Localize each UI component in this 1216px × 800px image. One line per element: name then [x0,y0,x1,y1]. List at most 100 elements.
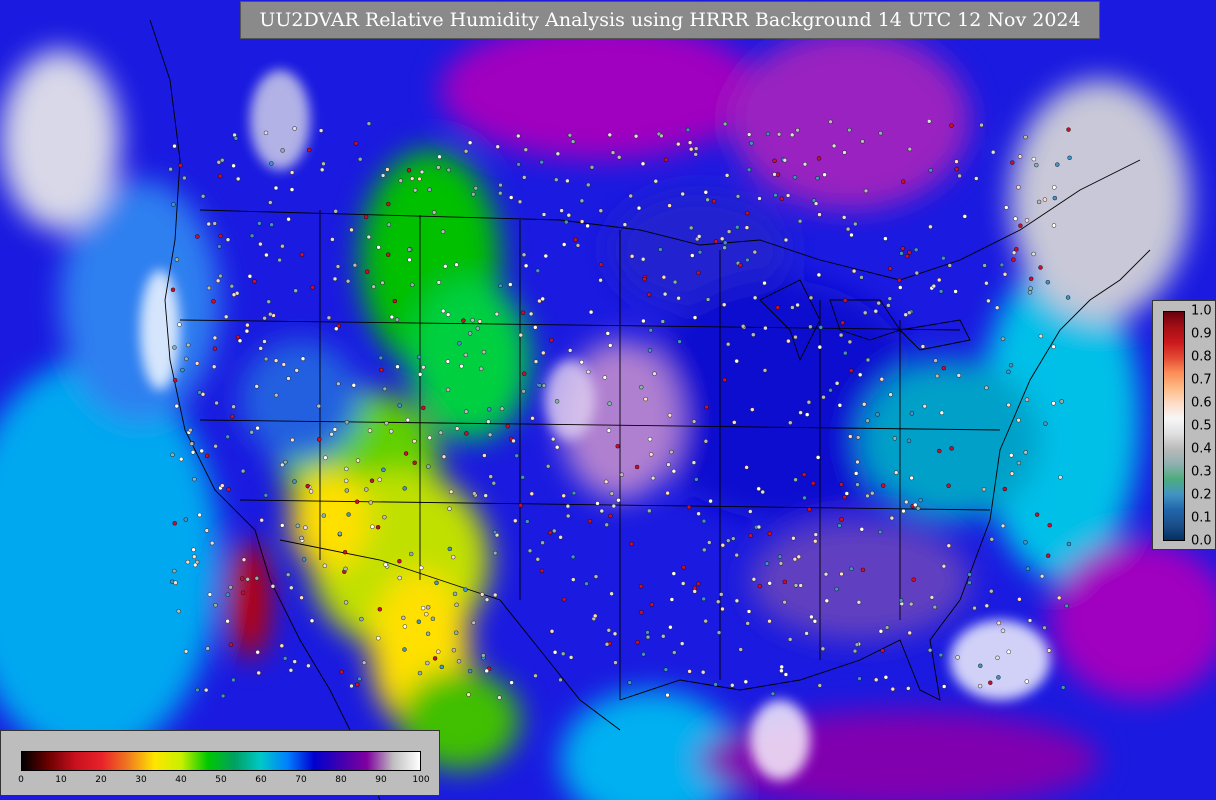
observation-dot [716,630,722,635]
observation-dot [881,483,886,488]
observation-dot [956,373,961,378]
observation-dot [937,277,942,283]
observation-dot [1006,649,1011,654]
observation-dot [439,664,444,670]
observation-dot [745,257,750,263]
observation-dot [280,462,285,468]
observation-dot [750,407,755,412]
observation-dot [899,251,904,256]
observation-dot [855,482,860,487]
observation-dot [568,348,573,353]
observation-dot [938,652,944,658]
observation-dot [216,160,222,165]
observation-dot [283,656,288,661]
observation-dot [277,257,282,263]
observation-dot [661,634,666,639]
observation-dot [996,675,1001,680]
observation-dot [200,194,206,199]
observation-dot [320,167,325,173]
observation-dot [707,540,712,545]
observation-dot [831,143,837,149]
observation-dot [171,202,176,207]
observation-dot [432,656,438,661]
observation-dot [337,531,343,536]
observation-dot [410,282,415,287]
observation-dot [692,589,697,594]
observation-dot [509,195,514,200]
observation-dot [821,395,826,400]
observation-dot [748,533,753,538]
observation-dot [481,349,487,355]
observation-dot [1056,595,1062,601]
observation-dot [1017,154,1023,159]
observation-dot [345,279,351,284]
observation-dot [793,583,799,588]
obs-colorbar-gradient [1163,311,1185,541]
observation-dot [566,513,571,519]
observation-dot [834,586,839,592]
observation-dot [273,358,279,363]
observation-dot [790,305,795,310]
observation-dot [499,406,505,411]
observation-dot [820,646,826,651]
observation-dot [303,525,308,530]
observation-dot [680,641,685,646]
observation-dot [907,146,912,152]
observation-dot [906,438,912,443]
observation-dot [382,386,387,392]
observation-dot [539,159,544,165]
observation-dot [701,596,706,602]
observation-dot [323,455,328,460]
observation-dot [863,188,869,194]
observation-dot [1031,156,1037,162]
observation-dot [1000,336,1006,341]
observation-dot [986,298,991,304]
observation-dot [741,324,746,329]
observation-dot [828,388,833,393]
observation-dot [192,477,197,482]
observation-dot [904,499,909,505]
observation-dot [1017,597,1022,602]
observation-dot [898,285,903,290]
observation-dot [767,581,772,586]
observation-dot [564,219,569,225]
observation-dot [280,243,285,249]
observation-dot [649,452,654,457]
observation-dot [962,214,967,219]
observation-dot [383,562,388,567]
obs-colorbar: 1.0 0.9 0.8 0.7 0.6 0.5 0.4 0.3 0.2 0.1 0.0 [1152,300,1216,550]
observation-dot [851,268,857,274]
observation-dot [220,693,226,699]
observation-dot [218,273,223,279]
observation-dot [697,234,702,239]
observation-dot [989,589,994,594]
observation-dot [262,316,267,321]
observation-dot [263,356,269,362]
observation-dot [180,367,185,373]
observation-dot [752,295,758,300]
observation-dot [299,252,305,257]
observation-dot [205,646,210,651]
observation-dot [847,339,853,345]
observation-dot [231,404,236,409]
observation-dot [792,175,798,180]
observation-dot [859,527,864,532]
observation-dot [223,314,229,319]
observation-dot [203,687,209,693]
observation-dot [1031,251,1036,257]
observation-dot [436,165,441,170]
observation-dot [1024,218,1030,223]
observation-dot [978,663,983,668]
obs-colorbar-tick: 0.5 [1191,418,1212,434]
observation-dot [782,579,787,585]
rh-colorbar-tick: 40 [175,775,187,785]
observation-dot [452,591,458,597]
observation-dot [907,250,912,255]
observation-dot [535,557,540,562]
observation-dot [1034,162,1039,168]
observation-dot [480,592,485,597]
observation-dot [1046,648,1052,653]
observation-dot [226,487,231,492]
observation-dot [456,659,462,664]
observation-dot [1067,155,1072,161]
